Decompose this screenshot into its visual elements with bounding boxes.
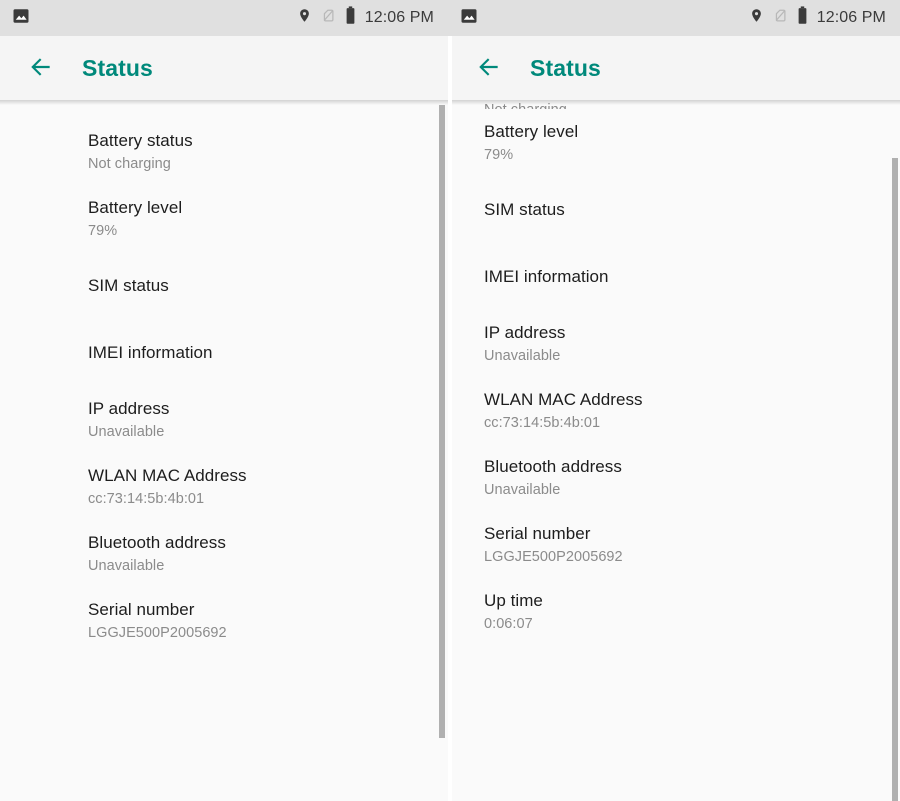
status-list-right[interactable]: Not charging Battery level 79% SIM statu… <box>448 100 900 801</box>
clipped-list-item-subtitle: Not charging <box>484 102 567 109</box>
list-item[interactable]: Bluetooth address Unavailable <box>448 444 900 511</box>
list-item-title: Up time <box>484 590 543 610</box>
list-item[interactable]: Serial number LGGJE500P2005692 <box>448 511 900 578</box>
status-bar-left: 12:06 PM <box>0 0 448 36</box>
status-bar-right: 12:06 PM <box>448 0 900 36</box>
list-item[interactable]: Battery level 79% <box>448 109 900 176</box>
back-arrow-icon <box>28 54 54 83</box>
no-sim-icon <box>321 6 336 30</box>
status-bar-clock: 12:06 PM <box>364 9 434 26</box>
list-item-subtitle: LGGJE500P2005692 <box>484 548 623 565</box>
back-arrow-icon <box>476 54 502 83</box>
left-screenshot-panel: 12:06 PM Status Battery status Not charg… <box>0 0 448 801</box>
dual-screenshot-container: 12:06 PM Status Battery status Not charg… <box>0 0 900 801</box>
list-item[interactable]: IMEI information <box>0 319 448 386</box>
list-item-title: SIM status <box>484 199 565 219</box>
app-bar-left: Status <box>0 36 448 105</box>
list-item-title: IMEI information <box>484 266 609 286</box>
back-button[interactable] <box>470 49 508 87</box>
list-item-subtitle: LGGJE500P2005692 <box>88 624 227 641</box>
list-item-title: WLAN MAC Address <box>88 465 247 485</box>
scrollbar-left[interactable] <box>439 105 445 738</box>
list-item[interactable]: WLAN MAC Address cc:73:14:5b:4b:01 <box>448 377 900 444</box>
list-item-title: Bluetooth address <box>88 532 226 552</box>
status-bar-left-icons <box>12 7 30 30</box>
list-item-subtitle: Unavailable <box>88 557 165 574</box>
list-item[interactable]: IP address Unavailable <box>0 386 448 453</box>
list-item-subtitle: Unavailable <box>484 347 561 364</box>
list-item-title: SIM status <box>88 275 169 295</box>
page-title: Status <box>82 54 153 81</box>
list-item[interactable]: Battery level 79% <box>0 185 448 252</box>
list-item-title: Battery level <box>88 197 183 217</box>
list-item-subtitle: 0:06:07 <box>484 615 533 632</box>
back-button[interactable] <box>22 49 60 87</box>
list-item-title: Serial number <box>484 523 591 543</box>
page-title: Status <box>530 54 601 81</box>
list-item-title: IMEI information <box>88 342 213 362</box>
image-icon <box>460 7 478 30</box>
status-bar-right-icons: 12:06 PM <box>297 6 434 30</box>
list-item[interactable]: Up time 0:06:07 <box>448 578 900 645</box>
image-icon <box>12 7 30 30</box>
location-pin-icon <box>297 6 312 30</box>
list-item-title: Bluetooth address <box>484 456 622 476</box>
list-item[interactable]: SIM status <box>0 252 448 319</box>
list-item-title: Battery status <box>88 130 193 150</box>
list-item-subtitle: Unavailable <box>88 423 165 440</box>
list-item-subtitle: cc:73:14:5b:4b:01 <box>484 414 601 431</box>
panel-divider <box>448 36 452 801</box>
list-item-subtitle: 79% <box>484 146 514 163</box>
clipped-list-item: Not charging <box>448 100 900 109</box>
list-item-title: IP address <box>88 398 170 418</box>
status-bar-right-icons: 12:06 PM <box>749 6 886 30</box>
list-item[interactable]: IP address Unavailable <box>448 310 900 377</box>
list-item[interactable]: Serial number LGGJE500P2005692 <box>0 587 448 654</box>
no-sim-icon <box>773 6 788 30</box>
battery-icon <box>797 6 808 30</box>
list-item-title: Battery level <box>484 121 579 141</box>
list-item-title: WLAN MAC Address <box>484 389 643 409</box>
list-item-subtitle: Not charging <box>88 155 171 172</box>
list-item[interactable]: Bluetooth address Unavailable <box>0 520 448 587</box>
right-screenshot-panel: 12:06 PM Status Not charging Battery lev… <box>448 0 900 801</box>
status-bar-right-left-icons <box>460 7 478 30</box>
app-bar-right: Status <box>448 36 900 105</box>
scrollbar-right[interactable] <box>892 158 898 801</box>
list-item-subtitle: 79% <box>88 222 118 239</box>
list-item-title: Serial number <box>88 599 195 619</box>
location-pin-icon <box>749 6 764 30</box>
list-item-title: IP address <box>484 322 566 342</box>
status-bar-clock: 12:06 PM <box>816 9 886 26</box>
list-item[interactable]: Battery status Not charging <box>0 118 448 185</box>
status-list-left[interactable]: Battery status Not charging Battery leve… <box>0 100 448 801</box>
battery-icon <box>345 6 356 30</box>
list-item[interactable]: IMEI information <box>448 243 900 310</box>
list-item-subtitle: Unavailable <box>484 481 561 498</box>
list-item[interactable]: SIM status <box>448 176 900 243</box>
list-item[interactable]: WLAN MAC Address cc:73:14:5b:4b:01 <box>0 453 448 520</box>
list-item-subtitle: cc:73:14:5b:4b:01 <box>88 490 205 507</box>
